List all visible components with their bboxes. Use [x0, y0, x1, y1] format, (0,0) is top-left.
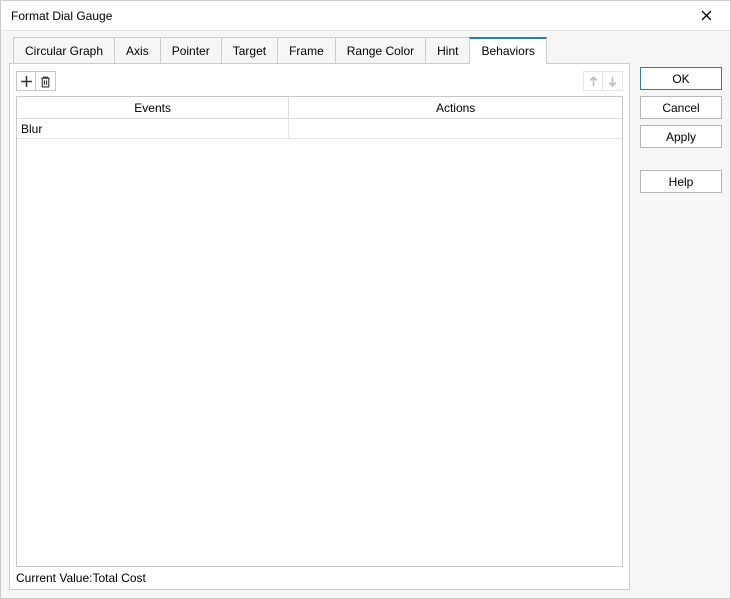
trash-icon — [39, 75, 52, 88]
tab-range-color[interactable]: Range Color — [335, 37, 426, 64]
move-up-button — [583, 71, 603, 91]
behaviors-grid: Events Actions Blur — [16, 96, 623, 567]
cell-event[interactable]: Blur — [17, 119, 289, 138]
grid-header: Events Actions — [17, 97, 622, 119]
tab-behaviors[interactable]: Behaviors — [469, 37, 546, 64]
status-value: Total Cost — [92, 571, 145, 585]
delete-button[interactable] — [36, 71, 56, 91]
ok-button[interactable]: OK — [640, 67, 722, 90]
status-prefix: Current Value: — [16, 571, 92, 585]
cell-action[interactable] — [289, 119, 622, 138]
close-icon — [701, 10, 712, 21]
table-row[interactable]: Blur — [17, 119, 622, 139]
main-column: Circular Graph Axis Pointer Target Frame… — [9, 37, 630, 590]
dialog-title: Format Dial Gauge — [11, 9, 692, 23]
tab-bar: Circular Graph Axis Pointer Target Frame… — [9, 37, 630, 64]
dialog-body: Circular Graph Axis Pointer Target Frame… — [1, 31, 730, 598]
tab-target[interactable]: Target — [221, 37, 278, 64]
arrow-up-icon — [587, 75, 600, 88]
add-button[interactable] — [16, 71, 36, 91]
arrow-down-icon — [606, 75, 619, 88]
tab-frame[interactable]: Frame — [277, 37, 336, 64]
format-dial-gauge-dialog: Format Dial Gauge Circular Graph Axis Po… — [0, 0, 731, 599]
tab-axis[interactable]: Axis — [114, 37, 161, 64]
titlebar: Format Dial Gauge — [1, 1, 730, 31]
grid-body: Blur — [17, 119, 622, 566]
behaviors-toolbar — [16, 70, 623, 92]
column-header-actions[interactable]: Actions — [289, 97, 622, 118]
status-bar: Current Value:Total Cost — [16, 567, 623, 585]
help-button[interactable]: Help — [640, 170, 722, 193]
cancel-button[interactable]: Cancel — [640, 96, 722, 119]
plus-icon — [20, 75, 33, 88]
move-down-button — [603, 71, 623, 91]
tab-hint[interactable]: Hint — [425, 37, 470, 64]
close-button[interactable] — [692, 2, 720, 30]
column-header-events[interactable]: Events — [17, 97, 289, 118]
tab-circular-graph[interactable]: Circular Graph — [13, 37, 115, 64]
dialog-buttons: OK Cancel Apply Help — [640, 37, 722, 590]
tab-pointer[interactable]: Pointer — [160, 37, 222, 64]
apply-button[interactable]: Apply — [640, 125, 722, 148]
behaviors-panel: Events Actions Blur Current Value:Total … — [9, 63, 630, 590]
